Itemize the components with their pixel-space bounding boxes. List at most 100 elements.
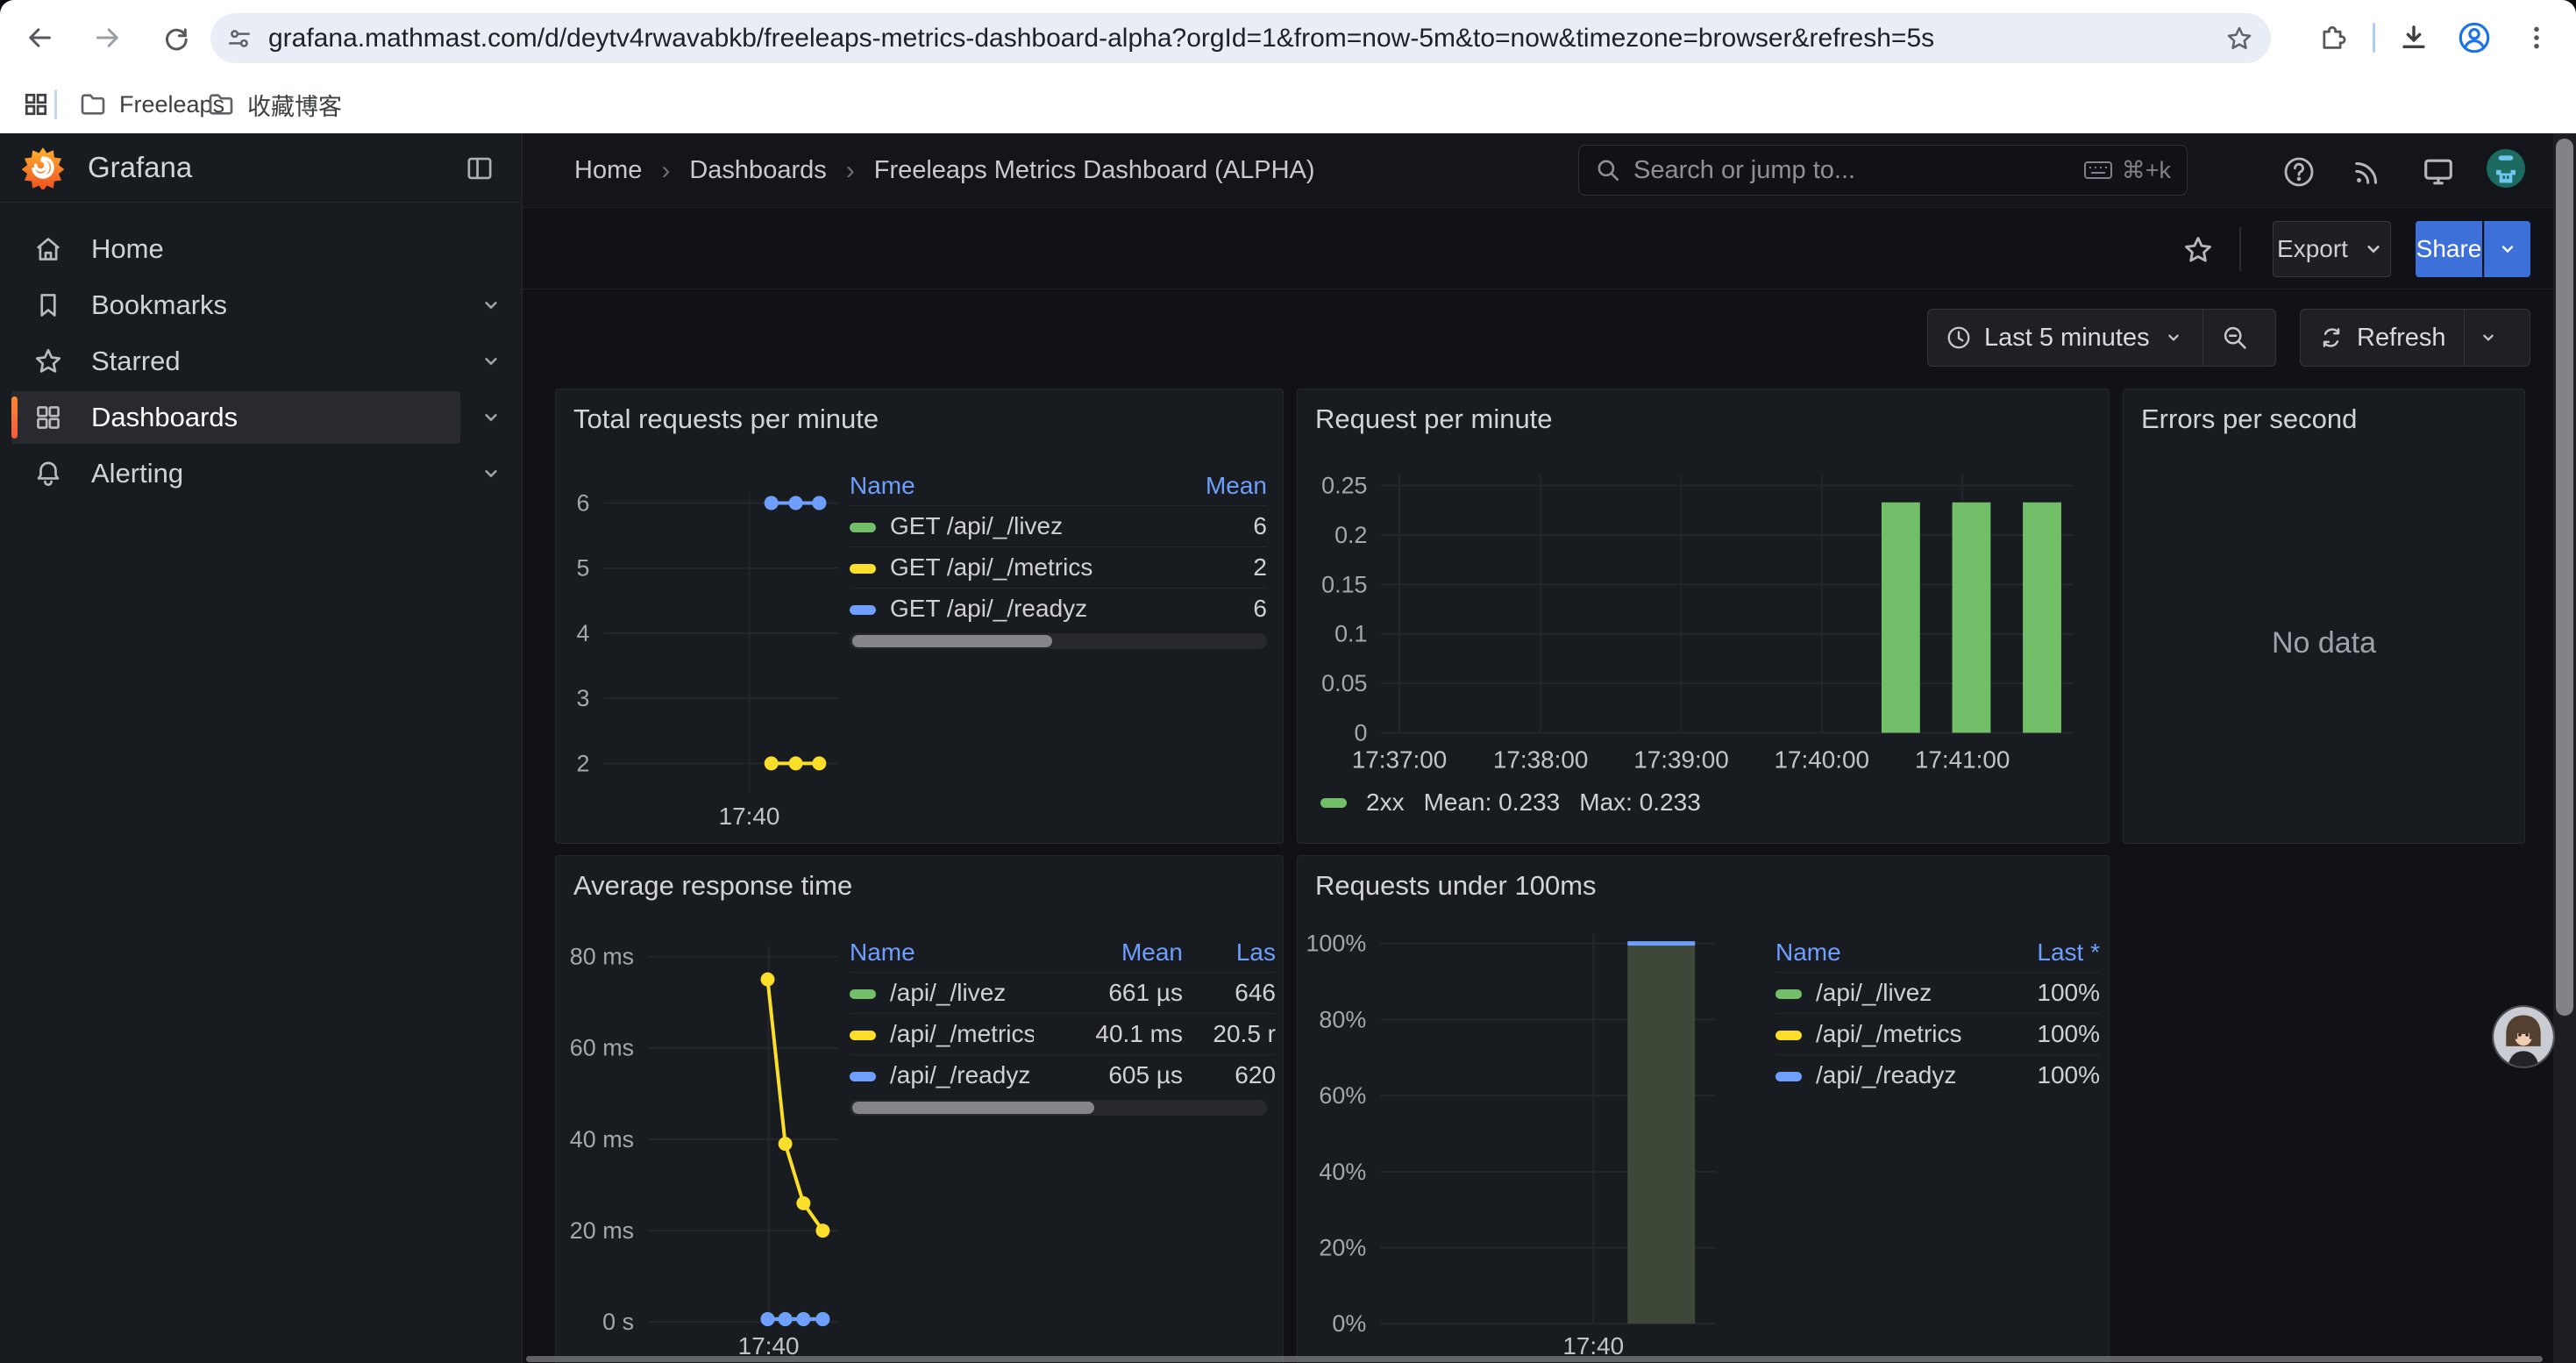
breadcrumb-home[interactable]: Home bbox=[574, 156, 642, 185]
sidebar-item-bookmarks[interactable]: Bookmarks bbox=[0, 277, 522, 333]
favorite-star-button[interactable] bbox=[2182, 234, 2214, 266]
series-marker bbox=[850, 1031, 876, 1040]
refresh-icon bbox=[2318, 325, 2345, 351]
chevron-down-icon bbox=[2360, 236, 2387, 262]
column-header[interactable]: Name bbox=[1775, 938, 1968, 967]
share-button[interactable]: Share bbox=[2416, 221, 2482, 277]
chevron-down-icon[interactable] bbox=[478, 292, 504, 318]
svg-text:17:37:00: 17:37:00 bbox=[1352, 746, 1448, 773]
column-header[interactable]: Name bbox=[850, 472, 1171, 500]
bell-icon bbox=[33, 459, 63, 489]
svg-text:100%: 100% bbox=[1306, 931, 1366, 957]
legend-row[interactable]: GET /api/_/livez6 bbox=[850, 505, 1267, 546]
svg-text:80%: 80% bbox=[1319, 1006, 1366, 1032]
breadcrumb-dashboards[interactable]: Dashboards bbox=[689, 156, 826, 185]
grafana-logo bbox=[21, 146, 65, 189]
legend-scrollbar[interactable] bbox=[850, 633, 1267, 649]
series-marker bbox=[1775, 1031, 1802, 1040]
panel-title[interactable]: Average response time bbox=[573, 870, 852, 902]
legend-row[interactable]: /api/_/metrics40.1 ms20.5 r bbox=[850, 1013, 1276, 1054]
legend-row[interactable]: /api/_/metrics100% bbox=[1775, 1013, 2100, 1054]
series-mean: Mean: 0.233 bbox=[1424, 789, 1561, 817]
column-header[interactable]: Mean bbox=[1171, 472, 1267, 500]
legend-row[interactable]: /api/_/readyz605 µs620 bbox=[850, 1054, 1276, 1095]
sidebar-item-alerting[interactable]: Alerting bbox=[0, 446, 522, 502]
horizontal-scrollbar-thumb[interactable] bbox=[526, 1356, 2543, 1362]
legend-row[interactable]: /api/_/readyz100% bbox=[1775, 1054, 2100, 1095]
news-button[interactable] bbox=[2348, 153, 2387, 191]
site-settings-icon[interactable] bbox=[210, 25, 268, 52]
browser-menu-button[interactable] bbox=[2510, 11, 2563, 64]
star-icon bbox=[33, 346, 63, 376]
column-header[interactable]: Las bbox=[1183, 938, 1276, 967]
legend-row[interactable]: /api/_/livez100% bbox=[1775, 972, 2100, 1013]
browser-reload-button[interactable] bbox=[150, 11, 203, 64]
refresh-button[interactable]: Refresh bbox=[2301, 310, 2464, 366]
legend-row[interactable]: GET /api/_/readyz6 bbox=[850, 588, 1267, 629]
svg-text:0.15: 0.15 bbox=[1321, 571, 1367, 597]
page-scrollbar-thumb[interactable] bbox=[2556, 139, 2573, 1016]
help-button[interactable] bbox=[2280, 153, 2318, 191]
series-marker bbox=[850, 523, 876, 532]
legend-row[interactable]: /api/_/livez661 µs646 bbox=[850, 972, 1276, 1013]
browser-back-button[interactable] bbox=[13, 11, 66, 64]
export-button[interactable]: Export bbox=[2273, 221, 2391, 277]
keyboard-icon bbox=[2083, 159, 2113, 182]
refresh-interval-button[interactable] bbox=[2465, 310, 2512, 366]
panel-title[interactable]: Request per minute bbox=[1315, 403, 1553, 435]
refresh-picker[interactable]: Refresh bbox=[2300, 309, 2530, 367]
chevron-down-icon[interactable] bbox=[478, 460, 504, 487]
chevron-down-icon bbox=[2162, 325, 2185, 351]
browser-toolbar: grafana.mathmast.com/d/deytv4rwavabkb/fr… bbox=[0, 0, 2576, 75]
search-input[interactable]: Search or jump to... ⌘+k bbox=[1578, 145, 2188, 196]
sidebar-item-label: Alerting bbox=[91, 458, 183, 489]
dock-menu-button[interactable] bbox=[462, 151, 497, 186]
extensions-button[interactable] bbox=[2306, 11, 2359, 64]
rss-icon bbox=[2351, 155, 2384, 189]
svg-text:0.05: 0.05 bbox=[1321, 670, 1367, 696]
svg-text:0%: 0% bbox=[1332, 1310, 1366, 1337]
zoom-out-button[interactable] bbox=[2203, 310, 2266, 366]
bookmark-star-button[interactable] bbox=[2208, 25, 2271, 53]
column-header[interactable]: Mean bbox=[1034, 938, 1183, 967]
address-bar[interactable]: grafana.mathmast.com/d/deytv4rwavabkb/fr… bbox=[210, 13, 2271, 63]
legend-scrollbar[interactable] bbox=[850, 1100, 1267, 1116]
svg-text:17:41:00: 17:41:00 bbox=[1915, 746, 2010, 773]
chevron-down-icon[interactable] bbox=[478, 348, 504, 375]
legend-row[interactable]: GET /api/_/metrics2 bbox=[850, 546, 1267, 588]
download-icon bbox=[2399, 23, 2429, 53]
svg-text:0 s: 0 s bbox=[602, 1309, 634, 1335]
chevron-down-icon[interactable] bbox=[478, 404, 504, 431]
column-header[interactable]: Name bbox=[850, 938, 1034, 967]
share-menu-button[interactable] bbox=[2484, 221, 2530, 277]
reload-icon bbox=[162, 24, 190, 52]
svg-text:2: 2 bbox=[577, 750, 590, 776]
svg-text:0.25: 0.25 bbox=[1321, 473, 1367, 499]
bookmark-folder-blogs[interactable]: 收藏博客 bbox=[195, 82, 354, 126]
panel-title[interactable]: Errors per second bbox=[2141, 403, 2357, 435]
user-avatar[interactable] bbox=[2487, 149, 2525, 188]
legend-table: NameMean GET /api/_/livez6GET /api/_/metr… bbox=[850, 467, 1267, 629]
svg-text:4: 4 bbox=[577, 620, 590, 646]
forward-icon bbox=[94, 24, 122, 52]
assistant-avatar[interactable] bbox=[2494, 1007, 2553, 1067]
time-range-picker[interactable]: Last 5 minutes bbox=[1927, 309, 2276, 367]
browser-forward-button[interactable] bbox=[82, 11, 134, 64]
sidebar-item-label: Dashboards bbox=[91, 402, 238, 433]
panel-title[interactable]: Total requests per minute bbox=[573, 403, 879, 435]
downloads-button[interactable] bbox=[2387, 11, 2440, 64]
sidebar-item-dashboards[interactable]: Dashboards bbox=[0, 389, 522, 446]
panel-title[interactable]: Requests under 100ms bbox=[1315, 870, 1597, 902]
time-range-button[interactable]: Last 5 minutes bbox=[1928, 310, 2202, 366]
svg-text:5: 5 bbox=[577, 555, 590, 582]
sidebar-item-starred[interactable]: Starred bbox=[0, 333, 522, 389]
browser-profile-button[interactable] bbox=[2448, 11, 2501, 64]
kiosk-mode-button[interactable] bbox=[2419, 153, 2458, 191]
sidebar-item-home[interactable]: Home bbox=[0, 221, 522, 277]
panel-request-per-minute: Request per minute 0.250.20.150.10.05017… bbox=[1297, 389, 2110, 844]
folder-icon bbox=[79, 90, 107, 118]
url-text: grafana.mathmast.com/d/deytv4rwavabkb/fr… bbox=[268, 24, 2208, 54]
nav-header: Home › Dashboards › Freeleaps Metrics Da… bbox=[523, 133, 2576, 208]
legend-inline[interactable]: 2xx Mean: 0.233 Max: 0.233 bbox=[1320, 789, 1701, 817]
column-header[interactable]: Last * bbox=[1968, 938, 2100, 967]
